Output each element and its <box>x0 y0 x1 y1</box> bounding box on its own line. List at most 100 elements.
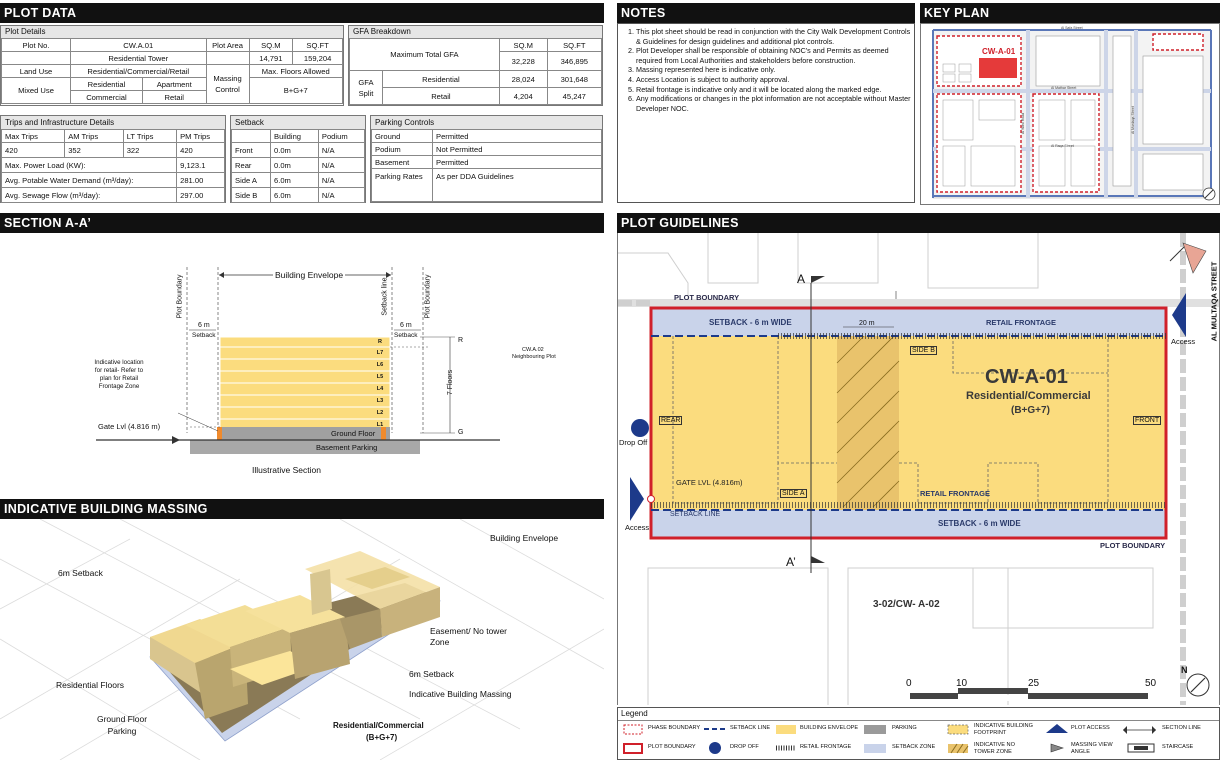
trips-title: Trips and Infrastructure Details <box>1 116 225 129</box>
parking-row-label: Parking Rates <box>371 168 433 202</box>
land-use-label: Land Use <box>1 64 71 78</box>
parking-row-value: As per DDA Guidelines <box>432 168 602 202</box>
parking-row-label: Podium <box>371 142 433 156</box>
plot-details-panel: Plot Details Plot No. CW.A.01 Plot Area … <box>0 25 344 106</box>
floor-label: L6 <box>376 362 384 368</box>
trips-header-max: Max Trips <box>0 129 66 143</box>
legend-item: BUILDING ENVELOPE <box>800 725 859 731</box>
massing-envelope-label: Building Envelope <box>490 533 559 543</box>
indicative-retail-note: Indicative location for retail- Refer to… <box>94 359 144 390</box>
side-b-label: SIDE B <box>910 346 937 355</box>
setback-row-podium: N/A <box>317 157 366 173</box>
parking-row-label: Basement <box>371 155 433 169</box>
front-label: FRONT <box>1133 416 1162 425</box>
plot-area-sqm: 14,791 <box>248 51 294 65</box>
floor-label: R <box>378 339 382 345</box>
scale-bar <box>908 688 1148 701</box>
trips-value-lt: 322 <box>122 142 178 158</box>
section-caption: Illustrative Section <box>252 465 321 475</box>
mixed-residential: Residential <box>70 77 143 91</box>
floor-label: L2 <box>376 410 384 416</box>
trips-header-pm: PM Trips <box>176 129 225 143</box>
legend-item: INDICATIVE NO TOWER ZONE <box>974 742 1015 755</box>
plot-no-value: CW.A.01 <box>70 38 207 52</box>
gfa-total-sqft: 346,895 <box>546 51 603 71</box>
trips-value-pm: 420 <box>176 142 225 158</box>
legend-item: STAIRCASE <box>1162 744 1194 750</box>
plot-area-sqft: 159,204 <box>292 51 343 65</box>
setback-row-building: 0.0m <box>270 157 319 173</box>
section-plot-boundary-right: Plot Boundary <box>424 274 432 319</box>
rear-label: REAR <box>659 416 683 425</box>
section-header: SECTION A-A’ <box>0 213 604 233</box>
parking-title: Parking Controls <box>371 116 602 129</box>
gfa-residential-label: Residential <box>382 70 500 88</box>
setback-title: Setback <box>231 116 365 129</box>
guidelines-header: PLOT GUIDELINES <box>617 213 1220 233</box>
gfa-retail-sqm: 4,204 <box>498 87 548 105</box>
max-floors-label: Max. Floors Allowed <box>248 64 344 78</box>
setback-row-podium: N/A <box>317 142 366 158</box>
scale-label-25: 25 <box>1028 678 1040 689</box>
retail-frontage-bottom-label: RETAIL FRONTAGE <box>920 489 990 498</box>
section-roof-mark: R <box>458 337 464 344</box>
setback-top-label: SETBACK - 6 m WIDE <box>709 318 792 327</box>
note-item: This plot sheet should be read in conjun… <box>636 27 914 46</box>
massing-setback-label: 6m Setback <box>58 568 103 578</box>
legend-item: DROP OFF <box>730 744 759 750</box>
legend-title: Legend <box>621 709 648 718</box>
massing-easement-label: Easement/ No tower Zone <box>430 626 508 647</box>
parking-panel: Parking Controls Ground Permitted Podium N… <box>370 115 603 203</box>
dim-20m-label: 20 m <box>859 320 875 327</box>
legend-item: MASSING VIEW ANGLE <box>1071 742 1113 755</box>
neighbour-plot-label: 3-02/CW- A-02 <box>873 599 940 610</box>
setback-col-podium: Podium <box>317 129 366 143</box>
plot-area-label: Plot Area <box>205 38 250 52</box>
section-plot-boundary-left: Plot Boundary <box>176 274 184 319</box>
parking-row-label: Ground <box>371 129 433 143</box>
massing-panel: Building Envelope 6m Setback Easement/ N… <box>0 519 604 760</box>
section-dim-right: 6 m <box>400 322 412 329</box>
access-left-label[interactable]: Access <box>625 523 649 532</box>
access-right-label[interactable]: Access <box>1171 337 1195 346</box>
notes-header: NOTES <box>617 3 915 23</box>
legend-item: SETBACK LINE <box>730 725 771 731</box>
floor-label: L3 <box>376 398 384 404</box>
trips-value-am: 352 <box>64 142 124 158</box>
legend-item: RETAIL FRONTAGE <box>800 744 852 750</box>
floor-label: L5 <box>376 374 384 380</box>
section-building-envelope-label: Building Envelope <box>273 270 346 280</box>
guidelines-plan <box>618 233 1219 705</box>
plot-use-label: Residential/Commercial <box>966 390 1091 402</box>
gfa-retail-label: Retail <box>382 87 500 105</box>
gate-level-plan-label: GATE LVL (4.816m) <box>676 478 743 487</box>
setback-col-building: Building <box>270 129 319 143</box>
power-value: 9,123.1 <box>176 157 225 173</box>
plot-no-label: Plot No. <box>1 38 71 52</box>
key-plan-map: CW-A-01 Al Safa Street Al Wasl Road Al M… <box>921 24 1219 204</box>
massing-ground-parking-label: Ground Floor Parking <box>96 714 148 736</box>
setback-table: Building Podium Front 0.0m N/A Rear 0.0m N/A… <box>231 129 366 203</box>
note-item: Plot Developer shall be responsible of o… <box>636 46 914 65</box>
key-plan-panel: CW-A-01 Al Safa Street Al Wasl Road Al M… <box>920 23 1220 205</box>
plot-details-title: Plot Details <box>1 26 343 38</box>
massing-residential-floors-label: Residential Floors <box>56 680 125 690</box>
note-item: Retail frontage is indicative only and i… <box>636 85 914 95</box>
section-setback-left: Setback <box>192 332 216 339</box>
drop-off-label[interactable]: Drop Off <box>619 438 647 447</box>
massing-floors-label: (B+G+7) <box>366 733 398 742</box>
gfa-max-total-label: Maximum Total GFA <box>349 38 500 71</box>
guidelines-panel: CW-A-01 Residential/Commercial (B+G+7) P… <box>617 233 1220 705</box>
key-plan-street: Al Wasl Road <box>1021 113 1025 134</box>
legend-item: PARKING <box>892 725 917 731</box>
gfa-total-sqm: 32,228 <box>498 51 548 71</box>
trips-header-lt: LT Trips <box>122 129 178 143</box>
gfa-title: GFA Breakdown <box>349 26 602 38</box>
plot-floors-label: (B+G+7) <box>1011 405 1050 416</box>
gfa-split-label: GFA Split <box>349 70 383 105</box>
key-plan-street: Al Raqa Street <box>1051 144 1074 148</box>
side-a-label: SIDE A <box>780 489 807 498</box>
residential-tower: Residential Tower <box>70 51 207 65</box>
parking-row-value: Not Permitted <box>432 142 602 156</box>
scale-label-50: 50 <box>1145 678 1157 689</box>
